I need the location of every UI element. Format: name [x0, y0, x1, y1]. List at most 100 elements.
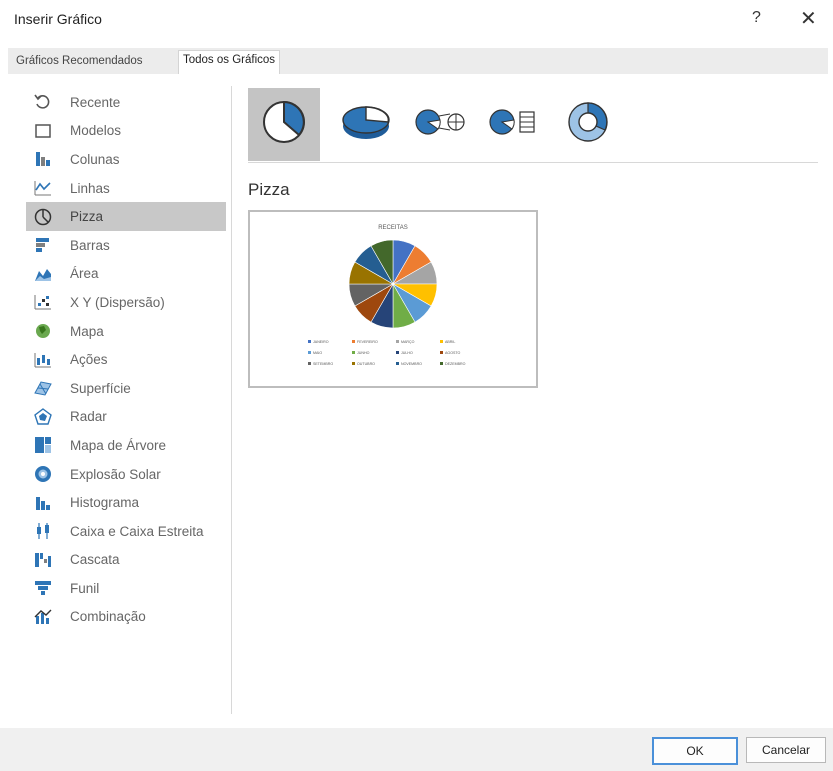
sidebar-item-funil[interactable]: Funil [26, 574, 226, 603]
sidebar-item-modelos[interactable]: Modelos [26, 117, 226, 146]
legend-label: FEVEREIRO [357, 340, 378, 344]
chart-subtype-title: Pizza [248, 180, 290, 199]
help-button[interactable]: ? [752, 9, 761, 27]
line-chart-icon [32, 178, 54, 198]
pie-of-pie-icon [412, 102, 468, 147]
sidebar-item-radar[interactable]: Radar [26, 403, 226, 432]
preview-pie [348, 239, 438, 329]
dialog-body: Recente Modelos Colunas Linhas Pizza Bar… [8, 74, 828, 728]
treemap-chart-icon [32, 435, 54, 455]
chart-subtype-strip [248, 88, 818, 163]
waterfall-chart-icon [32, 550, 54, 570]
legend-label: SETEMBRO [313, 362, 333, 366]
preview-title: RECEITAS [378, 225, 408, 231]
legend-swatch [352, 351, 355, 354]
sidebar-item-label: Caixa e Caixa Estreita [70, 523, 204, 539]
sidebar-item-combinacao[interactable]: Combinação [26, 603, 226, 632]
sidebar-item-mapa-de-arvore[interactable]: Mapa de Árvore [26, 431, 226, 460]
sidebar-item-linhas[interactable]: Linhas [26, 174, 226, 203]
sidebar-item-superficie[interactable]: Superfície [26, 374, 226, 403]
tab-all-charts[interactable]: Todos os Gráficos [178, 50, 281, 75]
ok-button[interactable]: OK [652, 737, 738, 765]
legend-swatch [396, 340, 399, 343]
funnel-chart-icon [32, 578, 54, 598]
sidebar-item-barras[interactable]: Barras [26, 231, 226, 260]
sidebar-item-cascata[interactable]: Cascata [26, 546, 226, 575]
sidebar-item-colunas[interactable]: Colunas [26, 145, 226, 174]
legend-swatch [396, 362, 399, 365]
recent-icon [32, 92, 54, 112]
sidebar-item-label: Modelos [70, 123, 122, 139]
subtype-pie[interactable] [248, 88, 320, 161]
subtype-bar-of-pie[interactable] [478, 88, 550, 161]
sidebar-item-recente[interactable]: Recente [26, 88, 226, 117]
sidebar-item-label: Combinação [70, 609, 146, 625]
bar-chart-icon [32, 235, 54, 255]
sidebar-item-label: Ações [70, 352, 108, 368]
legend-label: MAIO [313, 351, 322, 355]
surface-chart-icon [32, 378, 54, 398]
sidebar-item-label: Mapa [70, 323, 104, 339]
sidebar-item-pizza[interactable]: Pizza [26, 202, 226, 231]
subtype-pie-of-pie[interactable] [404, 88, 476, 161]
cancel-button[interactable]: Cancelar [746, 737, 826, 763]
sidebar-item-area[interactable]: Área [26, 260, 226, 289]
combo-chart-icon [32, 607, 54, 627]
preview-legend: JANEIRO FEVEREIRO MARÇO ABRIL MAIO JUNHO JULHO… [308, 340, 466, 366]
sidebar-item-label: Recente [70, 94, 121, 110]
subtype-doughnut[interactable] [552, 88, 624, 161]
sidebar-item-label: Pizza [70, 209, 104, 225]
legend-swatch [352, 340, 355, 343]
legend-label: JUNHO [357, 351, 370, 355]
scatter-chart-icon [32, 292, 54, 312]
templates-icon [32, 121, 54, 141]
pie-3d-icon [340, 99, 392, 150]
legend-label: OUTUBRO [357, 362, 375, 366]
sidebar-item-acoes[interactable]: Ações [26, 345, 226, 374]
stock-chart-icon [32, 350, 54, 370]
vertical-divider [231, 86, 232, 714]
column-chart-icon [32, 149, 54, 169]
histogram-chart-icon [32, 493, 54, 513]
close-button[interactable]: ✕ [800, 6, 817, 31]
legend-label: AGOSTO [445, 351, 461, 355]
title-bar: Inserir Gráfico ? ✕ [0, 0, 833, 40]
doughnut-icon [565, 99, 611, 150]
subtype-pie-3d[interactable] [330, 88, 402, 161]
legend-label: NOVEMBRO [401, 362, 422, 366]
sidebar-item-mapa[interactable]: Mapa [26, 317, 226, 346]
dialog-title: Inserir Gráfico [14, 11, 102, 27]
legend-swatch [308, 362, 311, 365]
sidebar-item-label: Colunas [70, 151, 120, 167]
legend-label: MARÇO [401, 340, 415, 344]
legend-label: JANEIRO [313, 340, 329, 344]
legend-swatch [352, 362, 355, 365]
sidebar-item-label: Funil [70, 580, 100, 596]
tab-bar: Gráficos Recomendados Todos os Gráficos [8, 48, 828, 75]
legend-label: DEZEMBRO [445, 362, 466, 366]
tab-recommended-charts[interactable]: Gráficos Recomendados [12, 52, 147, 74]
legend-swatch [308, 351, 311, 354]
sunburst-chart-icon [32, 464, 54, 484]
pie-chart-icon [32, 207, 54, 227]
sidebar-item-label: Mapa de Árvore [70, 437, 167, 453]
sidebar-item-caixa-estreita[interactable]: Caixa e Caixa Estreita [26, 517, 226, 546]
sidebar-item-dispersao[interactable]: X Y (Dispersão) [26, 288, 226, 317]
box-whisker-chart-icon [32, 521, 54, 541]
preview-chart-svg: RECEITAS JANEIRO FEVEREIRO MARÇO ABRILMAIO J… [308, 225, 466, 366]
legend-swatch [396, 351, 399, 354]
bar-of-pie-icon [486, 102, 542, 147]
sidebar-item-label: Linhas [70, 180, 110, 196]
sidebar-item-label: Explosão Solar [70, 466, 161, 482]
radar-chart-icon [32, 407, 54, 427]
area-chart-icon [32, 264, 54, 284]
sidebar-item-label: Área [70, 266, 99, 282]
sidebar-item-explosao-solar[interactable]: Explosão Solar [26, 460, 226, 489]
chart-preview[interactable]: RECEITAS JANEIRO FEVEREIRO MARÇO ABRIL MAIO J… [248, 210, 538, 388]
legend-label: JULHO [401, 351, 413, 355]
legend-swatch [440, 351, 443, 354]
legend-swatch [440, 362, 443, 365]
sidebar-item-histograma[interactable]: Histograma [26, 488, 226, 517]
sidebar-item-label: Histograma [70, 495, 140, 511]
sidebar-item-label: Barras [70, 237, 110, 253]
